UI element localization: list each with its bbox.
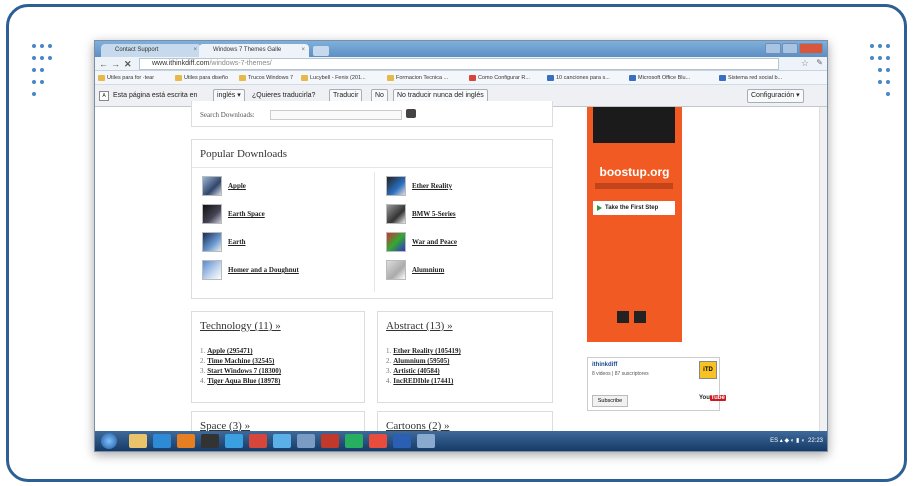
wrench-icon[interactable]: ✎ [816, 58, 823, 67]
stop-icon[interactable]: ✕ [124, 58, 132, 70]
category-title[interactable]: Abstract (13) » [386, 320, 453, 332]
app-icon[interactable] [345, 434, 363, 448]
language-indicator[interactable]: ES [770, 438, 778, 444]
media-icon[interactable] [177, 434, 195, 448]
theme-thumbnail [202, 176, 222, 196]
list-item[interactable]: 1. Apple (295471) [200, 346, 281, 356]
youtube-widget: ithinkdiff 8 videos | 87 suscriptores Su… [587, 357, 726, 411]
system-tray: ES ▴ ◆ ◐ ▮ ◖ 22:23 [770, 438, 823, 444]
url-path: /windows-7-themes/ [209, 60, 272, 67]
ad-cta-button[interactable]: Take the First Step [593, 201, 675, 215]
app-icon[interactable] [225, 434, 243, 448]
filezilla-icon[interactable] [321, 434, 339, 448]
tab-windows-themes[interactable]: Windows 7 Themes Galle × [199, 44, 309, 57]
bookmark-item[interactable]: Utiles para diseño [175, 71, 228, 84]
bookmark-item[interactable]: Lucybell - Fenix (201... [301, 71, 366, 84]
explorer-icon[interactable] [129, 434, 147, 448]
bookmark-item[interactable]: Utiles para for ·tear [98, 71, 154, 84]
app-icon[interactable] [273, 434, 291, 448]
ad-tagline-bar [595, 183, 673, 189]
chrome-icon[interactable] [249, 434, 267, 448]
list-item[interactable]: 1. Ether Reality (105419) [386, 346, 461, 356]
minimize-button[interactable] [765, 43, 781, 54]
list-item[interactable]: 4. IncREDIble (17441) [386, 376, 461, 386]
theme-thumbnail [386, 232, 406, 252]
list-item[interactable]: 2. Alumnium (59505) [386, 356, 461, 366]
tab-label: Windows 7 Themes Galle [213, 47, 282, 53]
bookmark-item[interactable]: Trucos Windows 7 [239, 71, 293, 84]
category-list: 1. Ether Reality (105419) 2. Alumnium (595… [386, 346, 461, 386]
search-icon[interactable] [406, 109, 416, 118]
ad-image [593, 107, 675, 143]
close-window-button[interactable] [798, 43, 823, 54]
theme-thumbnail [386, 176, 406, 196]
list-item[interactable]: 2. Time Machine (32545) [200, 356, 281, 366]
url-input[interactable]: www.ithinkdiff.com/windows-7-themes/ [139, 58, 779, 70]
youtube-logo: YouTube [699, 395, 726, 401]
bookmark-item[interactable]: Microsoft Office Blu... [629, 71, 690, 84]
popular-downloads-box: Popular Downloads Apple Earth Space Eart… [191, 139, 553, 299]
word-icon[interactable] [393, 434, 411, 448]
back-icon[interactable]: ← [99, 58, 108, 70]
theme-thumbnail [202, 260, 222, 280]
translate-icon: A [99, 91, 109, 101]
new-tab-button[interactable] [313, 46, 329, 56]
tab-close-icon[interactable]: × [301, 44, 305, 57]
bookmark-item[interactable]: Formacion Tecnica ... [387, 71, 448, 84]
app-icon[interactable] [369, 434, 387, 448]
maximize-button[interactable] [781, 43, 798, 54]
list-item[interactable]: 4. Tiger Aqua Blue (18978) [200, 376, 281, 386]
ie-icon[interactable] [153, 434, 171, 448]
app-icon[interactable] [201, 434, 219, 448]
page-scrollbar[interactable] [819, 107, 827, 433]
search-box: Search Downloads: [191, 101, 553, 127]
address-bar-row: ← → ✕ www.ithinkdiff.com/windows-7-theme… [95, 57, 827, 71]
main-column: Search Downloads: Popular Downloads Appl… [191, 101, 555, 441]
theme-thumbnail [202, 232, 222, 252]
boostup-ad[interactable]: boostup.org Take the First Step [587, 107, 682, 342]
category-technology: Technology (11) » 1. Apple (295471) 2. Tim… [191, 311, 365, 403]
channel-meta: 8 videos | 87 suscriptores [592, 371, 649, 377]
category-list: 1. Apple (295471) 2. Time Machine (32545) … [200, 346, 281, 386]
ad-logo [617, 311, 629, 323]
app-icon[interactable] [297, 434, 315, 448]
list-item[interactable]: 3. Start Windows 7 (18300) [200, 366, 281, 376]
url-host: www.ithinkdiff.com [152, 60, 210, 67]
theme-thumbnail [202, 204, 222, 224]
start-button[interactable] [101, 433, 117, 449]
clock[interactable]: 22:23 [808, 438, 823, 444]
category-title[interactable]: Technology (11) » [200, 320, 281, 332]
tab-label: Contact Support [115, 47, 159, 53]
window-controls [765, 43, 823, 54]
page-content: Search Downloads: Popular Downloads Appl… [95, 101, 827, 441]
tab-close-icon[interactable]: × [193, 44, 197, 57]
category-abstract: Abstract (13) » 1. Ether Reality (105419)… [377, 311, 553, 403]
translate-prefix: Esta página está escrita en [113, 92, 198, 99]
tab-contact-support[interactable]: Contact Support × [101, 44, 201, 57]
search-input[interactable] [270, 110, 402, 120]
window-titlebar: Contact Support × Windows 7 Themes Galle… [95, 41, 827, 57]
browser-screenshot: Contact Support × Windows 7 Themes Galle… [94, 40, 828, 452]
forward-icon[interactable]: → [111, 58, 120, 70]
windows-taskbar: ES ▴ ◆ ◐ ▮ ◖ 22:23 [95, 431, 827, 451]
section-title: Popular Downloads [200, 148, 288, 160]
theme-thumbnail [386, 204, 406, 224]
app-icon[interactable] [417, 434, 435, 448]
bookmark-star-icon[interactable]: ☆ [801, 58, 809, 69]
ad-logo [634, 311, 646, 323]
bookmarks-bar: Utiles para for ·tear Utiles para diseño… [95, 71, 827, 85]
search-label: Search Downloads: [200, 111, 255, 119]
bookmark-item[interactable]: 10 canciones para s... [547, 71, 610, 84]
list-item[interactable]: 3. Artistic (40584) [386, 366, 461, 376]
subscribe-button[interactable]: Subscribe [592, 395, 628, 407]
ad-title: boostup.org [599, 165, 670, 179]
bookmark-item[interactable]: Como Configurar R... [469, 71, 530, 84]
channel-avatar[interactable]: iTD [699, 361, 717, 379]
channel-name[interactable]: ithinkdiff [592, 362, 617, 368]
settings-button[interactable]: Configuración ▾ [747, 89, 804, 103]
bookmark-item[interactable]: Sistema red social b... [719, 71, 782, 84]
theme-thumbnail [386, 260, 406, 280]
